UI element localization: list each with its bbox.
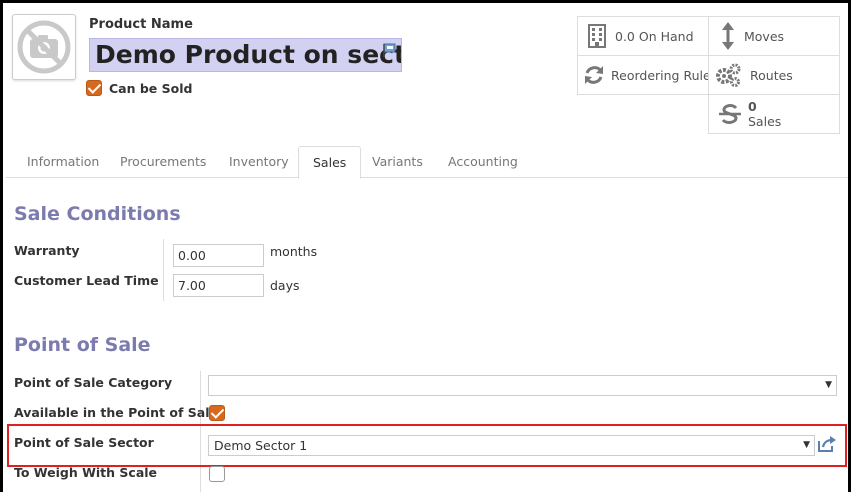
pos-available-label: Available in the Point of Sale (14, 405, 218, 420)
arrows-vertical-icon (722, 22, 734, 50)
product-name-input[interactable]: Demo Product on sector (89, 38, 402, 72)
smart-buttons: 0.0 On Hand Moves Reordering Rules Route… (577, 16, 841, 134)
warranty-input[interactable]: 0.00 (173, 244, 264, 267)
strikethrough-s-icon (719, 104, 741, 124)
tab-sales[interactable]: Sales (298, 146, 362, 179)
notebook-tabs: Information Procurements Inventory Sales… (6, 146, 848, 179)
reordering-rules-button[interactable]: Reordering Rules (577, 55, 717, 95)
tab-procurements[interactable]: Procurements (106, 146, 220, 178)
pos-title: Point of Sale (14, 334, 151, 356)
translate-flag-icon[interactable] (382, 42, 398, 58)
can-be-sold-row: Can be Sold (86, 80, 192, 96)
refresh-icon (585, 66, 603, 84)
reordering-rules-text: Reordering Rules (611, 67, 718, 83)
moves-button[interactable]: Moves (708, 16, 840, 56)
lead-time-unit: days (270, 278, 300, 293)
product-name-label: Product Name (89, 17, 193, 32)
pos-available-checkbox[interactable] (209, 405, 225, 421)
dropdown-arrow-icon: ▼ (803, 440, 810, 450)
external-link-icon[interactable] (818, 436, 836, 452)
warranty-label: Warranty (14, 243, 80, 258)
sales-label: Sales (748, 114, 782, 129)
pos-sector-value: Demo Sector 1 (214, 438, 308, 453)
tab-accounting[interactable]: Accounting (434, 146, 532, 178)
lead-time-input[interactable]: 7.00 (173, 274, 264, 297)
routes-text: Routes (750, 67, 793, 83)
tab-information[interactable]: Information (13, 146, 113, 178)
warranty-unit: months (270, 244, 318, 259)
moves-text: Moves (744, 28, 785, 44)
tab-inventory[interactable]: Inventory (215, 146, 303, 178)
sales-text: 0 Sales (748, 99, 781, 129)
sale-conditions-title: Sale Conditions (14, 203, 181, 225)
lead-time-label: Customer Lead Time (14, 273, 159, 288)
can-be-sold-label: Can be Sold (109, 80, 193, 96)
pos-sector-label: Point of Sale Sector (14, 435, 154, 450)
weigh-label: To Weigh With Scale (14, 465, 158, 480)
product-image[interactable] (12, 14, 76, 80)
sales-count: 0 (748, 99, 757, 114)
on-hand-button[interactable]: 0.0 On Hand (577, 16, 709, 56)
routes-button[interactable]: Routes (708, 55, 840, 95)
tab-variants[interactable]: Variants (358, 146, 437, 178)
dropdown-arrow-icon: ▼ (825, 380, 832, 390)
building-icon (588, 24, 606, 48)
no-camera-icon (17, 20, 71, 74)
can-be-sold-checkbox[interactable] (86, 80, 102, 96)
pos-category-select[interactable]: ▼ (208, 375, 837, 396)
on-hand-text: 0.0 On Hand (615, 28, 694, 44)
weigh-checkbox[interactable] (209, 466, 225, 482)
gears-icon (716, 63, 741, 87)
pos-sector-select[interactable]: Demo Sector 1 ▼ (208, 435, 815, 456)
product-form: Product Name Demo Product on sector Can … (0, 0, 851, 492)
sales-button[interactable]: 0 Sales (708, 94, 840, 134)
field-divider (163, 239, 164, 301)
pos-category-label: Point of Sale Category (14, 375, 173, 390)
